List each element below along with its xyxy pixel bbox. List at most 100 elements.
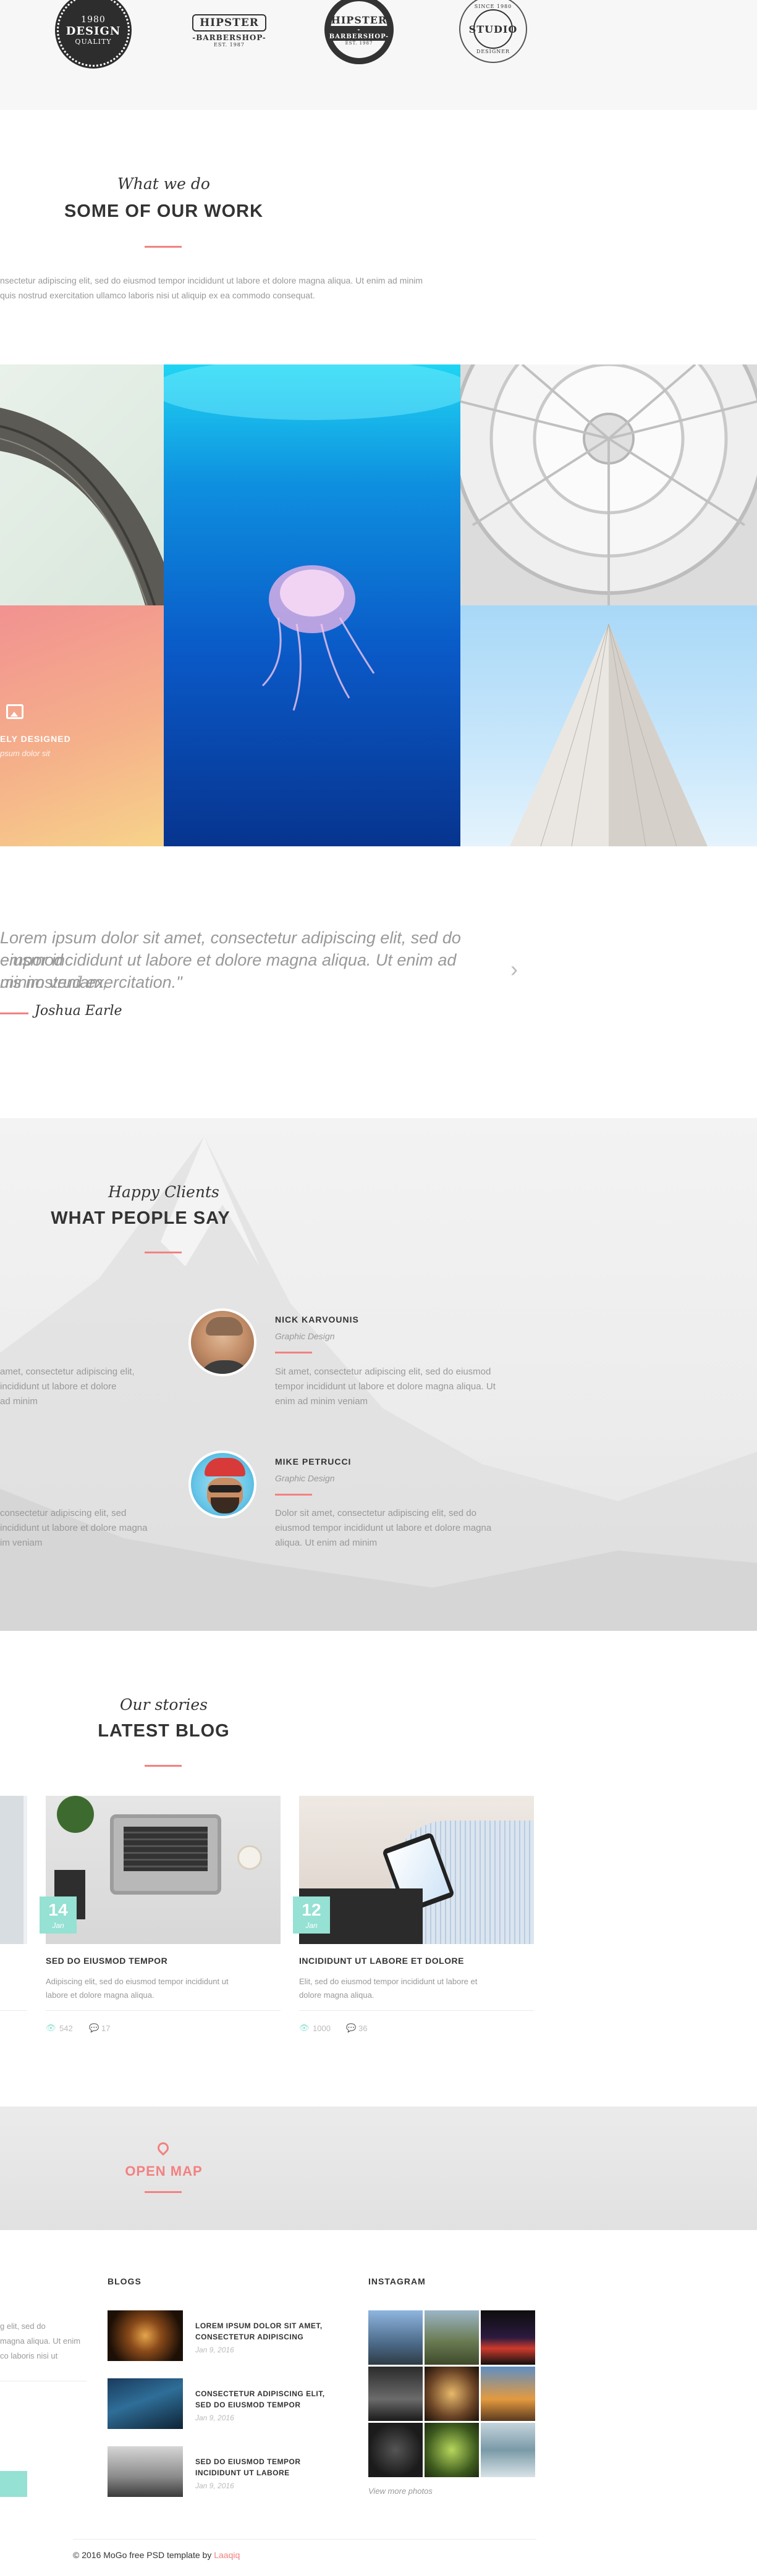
clients-left-text-2-line-3: im veniam xyxy=(0,1538,43,1548)
blog-post-divider xyxy=(299,2010,534,2011)
footer-about-line-3: co laboris nisi ut xyxy=(0,2351,58,2360)
comments-icon: 💬 xyxy=(89,2023,99,2032)
footer-post-title-line-2[interactable]: CONSECTETUR ADIPISCING xyxy=(195,2332,303,2342)
work-tile-skyscraper[interactable] xyxy=(460,605,757,846)
instagram-photo[interactable] xyxy=(368,2310,423,2365)
copyright-brand-link[interactable]: Laaqiq xyxy=(214,2550,240,2560)
clients-left-text-2-line-2: incididunt ut labore et dolore magna xyxy=(0,1523,148,1533)
client-text-line-1: Dolor sit amet, consectetur adipiscing e… xyxy=(275,1508,476,1518)
footer-subscribe-button[interactable] xyxy=(0,2471,27,2497)
comments-icon: 💬 xyxy=(346,2023,357,2032)
client-name: MIKE PETRUCCI xyxy=(275,1457,352,1467)
blog-card-partial-image[interactable] xyxy=(0,1796,27,1944)
testimonial-author-line xyxy=(0,1012,28,1014)
client-role: Graphic Design xyxy=(275,1473,335,1483)
testimonial-next-arrow-icon[interactable]: › xyxy=(510,956,518,982)
instagram-photo[interactable] xyxy=(368,2423,423,2477)
blog-card-partial-divider xyxy=(0,2010,27,2011)
client-underline xyxy=(275,1352,312,1353)
work-title-underline xyxy=(145,246,182,248)
blog-post-image[interactable] xyxy=(46,1796,281,1944)
footer-instagram-heading: INSTAGRAM xyxy=(368,2276,426,2286)
clients-left-text-1-line-1: amet, consectetur adipiscing elit, xyxy=(0,1366,135,1377)
blog-date-month: Jan xyxy=(52,1921,64,1930)
work-tile-overlay-title: ELY DESIGNED xyxy=(0,734,71,744)
testimonial-quote-line-3: uis nostrud exercitation." xyxy=(0,973,182,991)
blog-post-title[interactable]: SED DO EIUSMOD TEMPOR xyxy=(46,1956,167,1966)
work-tile-overlay-subtitle: psum dolor sit xyxy=(0,749,50,758)
coffee-cup-image xyxy=(237,1845,262,1870)
testimonial-author: Joshua Earle xyxy=(35,1003,122,1019)
work-tile-bridge[interactable] xyxy=(0,364,164,605)
blog-post-views: 542 xyxy=(59,2024,73,2033)
blog-post-excerpt-line-1: Adipiscing elit, sed do eiusmod tempor i… xyxy=(46,1977,229,1986)
blog-post-excerpt-line-2: dolore magna aliqua. xyxy=(299,1990,374,2000)
work-tile-dome[interactable] xyxy=(460,364,757,605)
clients-left-text-1-line-2: incididunt ut labore et dolore xyxy=(0,1381,117,1392)
instagram-photo[interactable] xyxy=(425,2423,479,2477)
blog-title-underline xyxy=(145,1765,182,1767)
client-text-line-2: tempor incididunt ut labore et dolore ma… xyxy=(275,1381,496,1392)
blog-date-badge: 14 Jan xyxy=(40,1896,77,1934)
blog-script-heading: Our stories xyxy=(120,1696,208,1714)
blog-post-comments: 36 xyxy=(358,2024,368,2033)
footer-post-thumbnail[interactable] xyxy=(108,2446,183,2497)
jellyfish-image xyxy=(164,364,460,711)
hipster-barbershop-logo-2: HIPSTER -BARBERSHOP- EST. 1987 xyxy=(324,0,394,64)
footer-post-thumbnail[interactable] xyxy=(108,2310,183,2361)
footer-post-title-line-1[interactable]: SED DO EIUSMOD TEMPOR xyxy=(195,2457,301,2467)
footer-post-title-line-1[interactable]: LOREM IPSUM DOLOR SIT AMET, xyxy=(195,2321,323,2331)
avatar xyxy=(188,1450,256,1518)
footer-post-thumbnail[interactable] xyxy=(108,2378,183,2429)
client-name: NICK KARVOUNIS xyxy=(275,1315,359,1324)
blog-post-title[interactable]: INCIDIDUNT UT LABORE ET DOLORE xyxy=(299,1956,464,1966)
instagram-photo[interactable] xyxy=(481,2367,535,2421)
blog-date-day: 14 xyxy=(48,1900,68,1919)
skyscraper-image xyxy=(510,623,708,846)
clients-left-text-2-line-1: consectetur adipiscing elit, sed xyxy=(0,1508,127,1518)
blog-post-divider xyxy=(46,2010,281,2011)
copyright-prefix: © 2016 MoGo free PSD template by xyxy=(73,2550,214,2560)
instagram-photo[interactable] xyxy=(368,2367,423,2421)
client-text-line-2: eiusmod tempor incididunt ut labore et d… xyxy=(275,1523,492,1533)
footer-post-title-line-2[interactable]: SED DO EIUSMOD TEMPOR xyxy=(195,2400,301,2410)
studio-logo: SINCE 1980 STUDIO DESIGNER xyxy=(459,0,527,63)
footer-about-line-2: magna aliqua. Ut enim xyxy=(0,2336,81,2346)
instagram-grid xyxy=(368,2310,535,2477)
clients-title-underline xyxy=(145,1252,182,1253)
dome-image xyxy=(460,364,757,605)
open-map-underline xyxy=(145,2191,182,2193)
instagram-photo[interactable] xyxy=(481,2423,535,2477)
blog-post-excerpt-line-2: labore et dolore magna aliqua. xyxy=(46,1990,154,2000)
blog-date-month: Jan xyxy=(305,1921,318,1930)
footer-bottom-divider xyxy=(73,2539,536,2540)
copyright-text: © 2016 MoGo free PSD template by Laaqiq xyxy=(73,2550,240,2560)
hipster-barbershop-logo-1: HIPSTER -BARBERSHOP- EST. 1987 xyxy=(192,0,267,62)
clients-script-heading: Happy Clients xyxy=(108,1183,219,1201)
blog-section-title: LATEST BLOG xyxy=(98,1721,230,1741)
partner-logos-strip: 1980 DESIGN QUALITY HIPSTER -BARBERSHOP-… xyxy=(0,0,757,110)
bridge-image xyxy=(0,408,164,605)
work-intro-line-2: quis nostrud exercitation ullamco labori… xyxy=(0,290,315,300)
instagram-photo[interactable] xyxy=(481,2310,535,2365)
avatar xyxy=(188,1308,256,1376)
blog-date-badge: 12 Jan xyxy=(293,1896,330,1934)
footer-about-line-1: g elit, sed do xyxy=(0,2321,46,2331)
footer-post-date: Jan 9, 2016 xyxy=(195,2346,234,2354)
instagram-photo[interactable] xyxy=(425,2310,479,2365)
client-text-line-3: aliqua. Ut enim ad minim xyxy=(275,1538,378,1548)
client-text-line-3: enim ad minim veniam xyxy=(275,1396,368,1407)
footer-post-title-line-1[interactable]: CONSECTETUR ADIPISCING ELIT, xyxy=(195,2389,325,2399)
client-role: Graphic Design xyxy=(275,1331,335,1341)
blog-post-image[interactable] xyxy=(299,1796,534,1944)
footer-post-title-line-2[interactable]: INCIDIDUNT UT LABORE xyxy=(195,2468,290,2478)
work-tile-jellyfish[interactable] xyxy=(164,364,460,846)
plant-image xyxy=(57,1796,94,1833)
open-map-button[interactable]: OPEN MAP xyxy=(0,2163,328,2179)
blog-post-excerpt-line-1: Elit, sed do eiusmod tempor incididunt u… xyxy=(299,1977,478,1986)
instagram-photo[interactable] xyxy=(425,2367,479,2421)
work-tile-featured[interactable]: ELY DESIGNED psum dolor sit xyxy=(0,605,164,846)
work-intro-line-1: nsectetur adipiscing elit, sed do eiusmo… xyxy=(0,276,423,285)
work-section-title: SOME OF OUR WORK xyxy=(64,201,264,221)
instagram-view-more-link[interactable]: View more photos xyxy=(368,2486,433,2496)
